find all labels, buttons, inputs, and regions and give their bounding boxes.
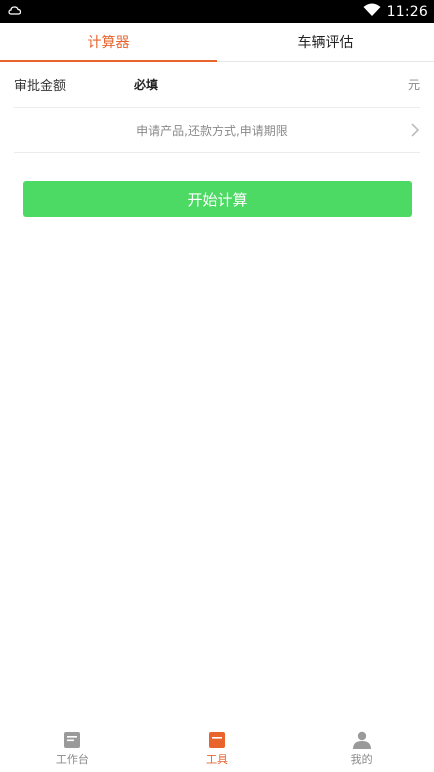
- start-calculation-button[interactable]: 开始计算: [23, 181, 412, 217]
- document-icon: [62, 730, 82, 750]
- person-icon: [352, 730, 372, 750]
- wifi-icon: [363, 2, 381, 21]
- approved-amount-input[interactable]: [134, 77, 408, 92]
- tab-vehicle-evaluation[interactable]: 车辆评估: [217, 23, 434, 61]
- tab-bar: 计算器 车辆评估: [0, 23, 434, 62]
- tab-calculator[interactable]: 计算器: [0, 23, 217, 62]
- nav-label-workbench: 工作台: [55, 753, 89, 766]
- nav-label-mine: 我的: [350, 753, 373, 766]
- nav-item-mine[interactable]: 我的: [289, 728, 434, 772]
- chevron-right-icon: [410, 122, 420, 138]
- amount-unit-label: 元: [407, 78, 420, 92]
- notification-icon: [8, 2, 22, 21]
- nav-item-tools[interactable]: 工具: [145, 728, 290, 772]
- approved-amount-label: 审批金额: [14, 79, 67, 94]
- product-select-row[interactable]: 申请产品,还款方式,申请期限: [14, 108, 420, 153]
- bottom-nav: 工作台 工具 我的: [0, 728, 434, 772]
- status-time: 11:26: [386, 3, 428, 20]
- toolbox-icon: [207, 730, 227, 750]
- product-select-text: 申请产品,还款方式,申请期限: [136, 123, 288, 138]
- screen: 11:26 计算器 车辆评估 审批金额 元 申请产品,还款方式,申请期限 开始计…: [0, 0, 434, 772]
- status-bar: 11:26: [0, 0, 434, 23]
- approved-amount-row: 审批金额 元: [14, 62, 420, 108]
- nav-item-workbench[interactable]: 工作台: [0, 728, 145, 772]
- nav-label-tools: 工具: [206, 753, 228, 766]
